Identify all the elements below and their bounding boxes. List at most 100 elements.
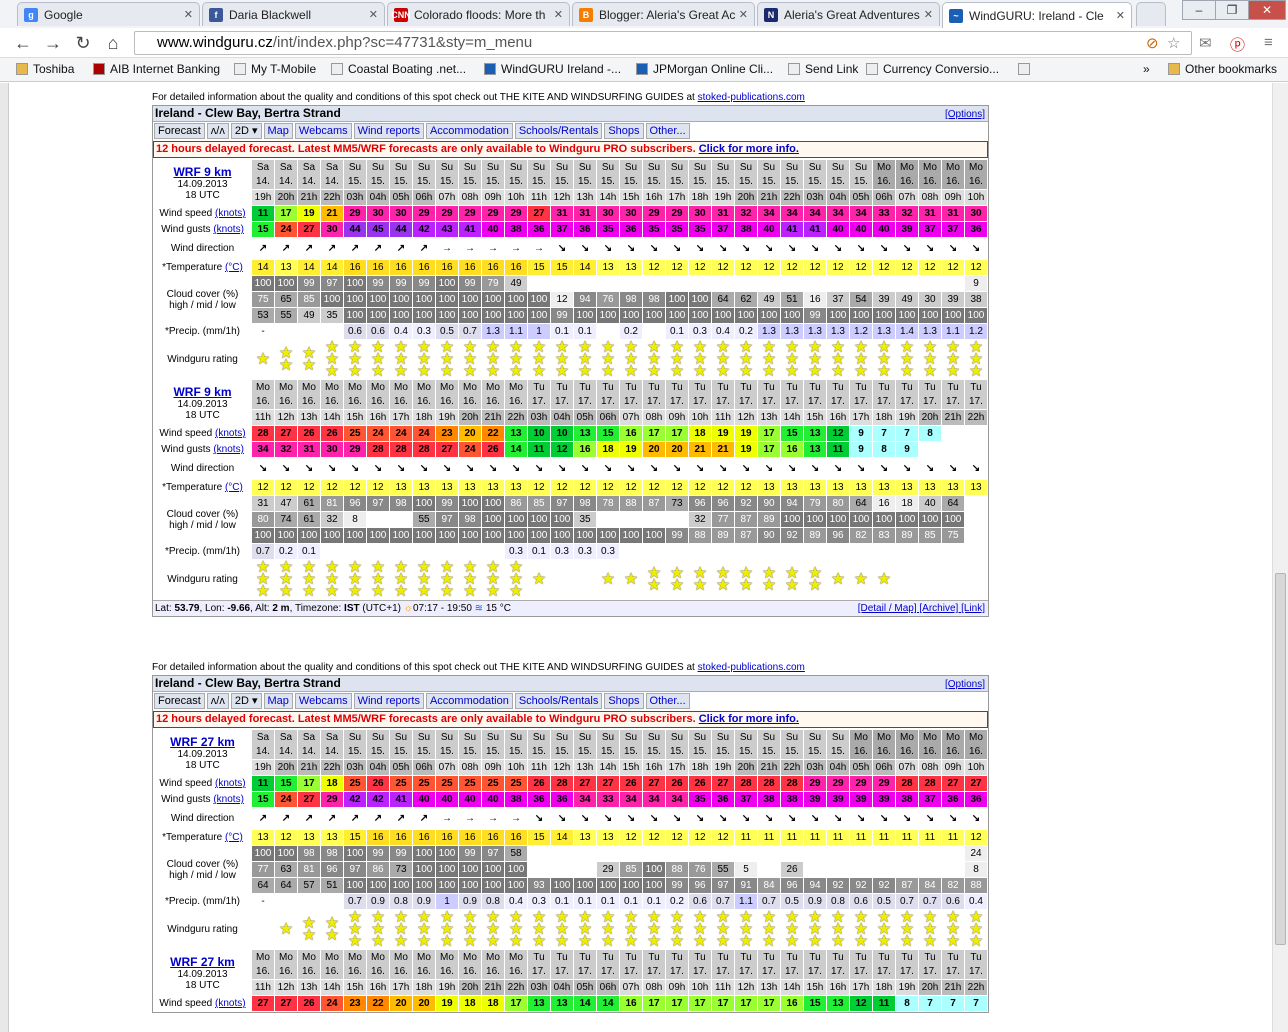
more-info-link[interactable]: Click for more info.: [699, 143, 799, 155]
wind-gusts-cell: 24: [458, 441, 482, 458]
browser-tab[interactable]: g Google ✕: [17, 2, 200, 26]
tab-close-icon[interactable]: ✕: [1116, 9, 1125, 22]
knots-link[interactable]: (knots): [215, 998, 246, 1009]
precipitation-cell: [619, 543, 643, 560]
browser-tab[interactable]: B Blogger: Aleria's Great Ac ✕: [572, 2, 755, 26]
menu-item[interactable]: Other...: [645, 123, 690, 139]
bookmark-star-icon[interactable]: ☆: [1167, 34, 1180, 52]
back-icon[interactable]: ←: [12, 32, 34, 54]
day-cell: Su 15.: [780, 729, 804, 760]
options-link[interactable]: [Options]: [945, 107, 985, 122]
model-link[interactable]: WRF 9 km: [173, 385, 231, 399]
knots-link[interactable]: (knots): [215, 778, 246, 789]
model-link[interactable]: WRF 27 km: [170, 955, 235, 969]
day-cell: Tu 17.: [596, 949, 620, 980]
row-label: *Temperature (°C): [153, 479, 252, 496]
scrollbar-thumb[interactable]: [1275, 573, 1286, 945]
menu-item[interactable]: ʌ/ʌ: [206, 693, 229, 709]
menu-item[interactable]: Webcams: [294, 693, 352, 709]
menu-item[interactable]: Shops: [604, 123, 644, 139]
tab-close-icon[interactable]: ✕: [924, 8, 933, 21]
browser-tab[interactable]: CNN Colorado floods: More th ✕: [387, 2, 570, 26]
tab-close-icon[interactable]: ✕: [554, 8, 563, 21]
bookmark-item[interactable]: [1018, 62, 1035, 76]
new-tab-button[interactable]: [1136, 2, 1166, 26]
celsius-link[interactable]: (°C): [225, 482, 243, 493]
hour-cell: 03h: [343, 759, 367, 776]
bookmark-item[interactable]: Currency Conversio...: [866, 62, 999, 76]
menu-icon[interactable]: ≡: [1264, 34, 1273, 51]
minimize-button[interactable]: –: [1182, 0, 1216, 20]
forward-icon[interactable]: →: [42, 32, 64, 54]
temperature-cell: 12: [642, 479, 666, 496]
mail-icon[interactable]: ✉: [1199, 34, 1212, 52]
menu-item[interactable]: Forecast: [154, 123, 205, 139]
bookmark-item[interactable]: Toshiba: [16, 62, 74, 76]
day-cell: Su 15.: [343, 159, 367, 190]
reload-icon[interactable]: ↻: [72, 32, 94, 54]
menu-item[interactable]: Other...: [645, 693, 690, 709]
day-date: 17.: [854, 965, 868, 977]
browser-tab[interactable]: ~ WindGURU: Ireland - Cle ✕: [942, 2, 1132, 28]
browser-tab[interactable]: N Aleria's Great Adventures ✕: [757, 2, 940, 26]
cloud-cell: 75: [941, 527, 965, 544]
precipitation-cell: [389, 543, 413, 560]
wind-gusts-cell: 31: [297, 441, 321, 458]
wind-gusts-cell: 19: [619, 441, 643, 458]
knots-link[interactable]: (knots): [213, 444, 244, 455]
menu-item[interactable]: Accommodation: [425, 693, 513, 709]
tab-close-icon[interactable]: ✕: [369, 8, 378, 21]
menu-item[interactable]: Wind reports: [353, 123, 424, 139]
knots-link[interactable]: (knots): [213, 224, 244, 235]
bookmark-item[interactable]: WindGURU Ireland -...: [484, 62, 621, 76]
tab-close-icon[interactable]: ✕: [739, 8, 748, 21]
menu-item[interactable]: 2D ▾: [230, 693, 262, 709]
bookmark-item[interactable]: »: [1143, 62, 1150, 76]
celsius-link[interactable]: (°C): [225, 832, 243, 843]
model-link[interactable]: WRF 27 km: [170, 735, 235, 749]
menu-item[interactable]: Schools/Rentals: [514, 693, 603, 709]
options-link[interactable]: [Options]: [945, 677, 985, 692]
menu-item[interactable]: Wind reports: [353, 693, 424, 709]
address-bar[interactable]: www.windguru.cz/int/index.php?sc=47731&s…: [134, 31, 1192, 55]
knots-link[interactable]: (knots): [215, 208, 246, 219]
bookmark-item[interactable]: Other bookmarks: [1168, 62, 1277, 76]
day-cell: Su 15.: [366, 729, 390, 760]
precipitation-cell: 0.1: [619, 893, 643, 910]
wind-speed-cell: 20: [458, 425, 482, 442]
day-name: Tu: [901, 951, 913, 963]
close-window-button[interactable]: ✕: [1248, 0, 1286, 20]
day-name: Su: [670, 161, 684, 173]
restore-button[interactable]: ❐: [1215, 0, 1249, 20]
bookmark-item[interactable]: AIB Internet Banking: [93, 62, 220, 76]
more-info-link[interactable]: Click for more info.: [699, 713, 799, 725]
menu-item[interactable]: Webcams: [294, 123, 352, 139]
menu-item[interactable]: Forecast: [154, 693, 205, 709]
browser-tab[interactable]: f Daria Blackwell ✕: [202, 2, 385, 26]
knots-link[interactable]: (knots): [213, 794, 244, 805]
bookmark-item[interactable]: Send Link: [788, 62, 858, 76]
menu-item[interactable]: Schools/Rentals: [514, 123, 603, 139]
blocked-cookie-icon[interactable]: ⊘: [1146, 34, 1159, 52]
menu-item[interactable]: Accommodation: [425, 123, 513, 139]
menu-item[interactable]: ʌ/ʌ: [206, 123, 229, 139]
menu-item[interactable]: Map: [263, 693, 293, 709]
detail-archive-links[interactable]: [Detail / Map] [Archive] [Link]: [858, 601, 985, 616]
menu-item[interactable]: 2D ▾: [230, 123, 262, 139]
stoked-publications-link[interactable]: stoked-publications.com: [698, 92, 805, 103]
hour-cell: 18h: [412, 409, 436, 426]
celsius-link[interactable]: (°C): [225, 262, 243, 273]
pinterest-icon[interactable]: ⓟ: [1230, 34, 1245, 55]
knots-link[interactable]: (knots): [215, 428, 246, 439]
bookmark-item[interactable]: JPMorgan Online Cli...: [636, 62, 773, 76]
stoked-publications-link[interactable]: stoked-publications.com: [698, 662, 805, 673]
bookmark-item[interactable]: My T-Mobile: [234, 62, 316, 76]
home-icon[interactable]: ⌂: [102, 32, 124, 54]
temperature-cell: 11: [826, 829, 850, 846]
tab-close-icon[interactable]: ✕: [184, 8, 193, 21]
model-link[interactable]: WRF 9 km: [173, 165, 231, 179]
scrollbar[interactable]: [1272, 83, 1288, 1032]
menu-item[interactable]: Shops: [604, 693, 644, 709]
bookmark-item[interactable]: Coastal Boating .net...: [331, 62, 466, 76]
menu-item[interactable]: Map: [263, 123, 293, 139]
